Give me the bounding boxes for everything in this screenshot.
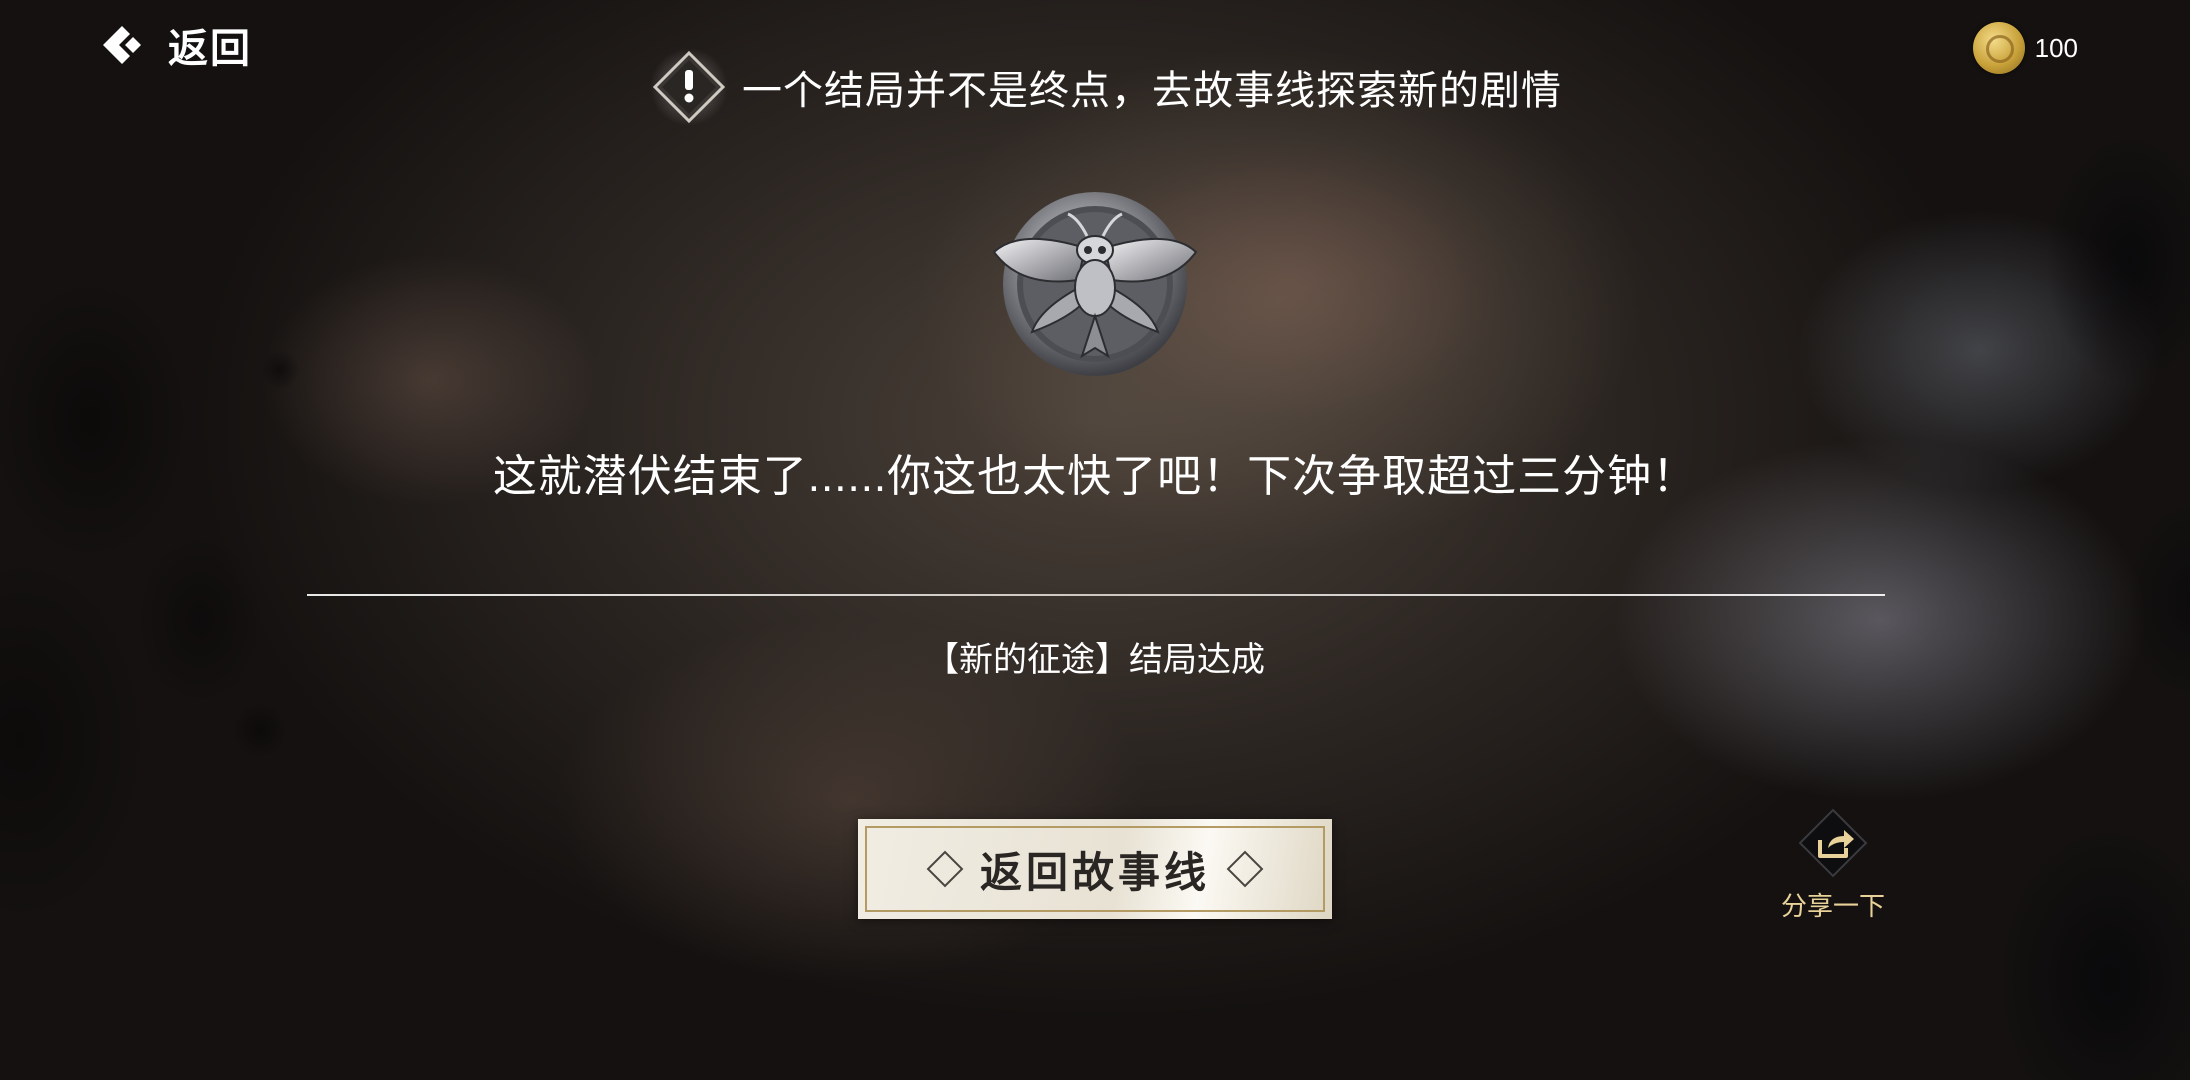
ending-quote: 这就潜伏结束了......你这也太快了吧！下次争取超过三分钟！ (492, 452, 1698, 501)
diamond-ornament-right (1226, 850, 1264, 888)
exclamation-diamond-icon (650, 48, 728, 126)
share-arrow-icon (1798, 808, 1868, 878)
bee-emblem-badge (990, 188, 1200, 380)
chevron-left-icon (100, 22, 146, 68)
story-hint: 一个结局并不是终点，去故事线探索新的剧情 (650, 48, 1562, 126)
ink-splash-right (1810, 80, 2190, 1080)
back-button[interactable]: 返回 (100, 20, 252, 72)
hint-text: 一个结局并不是终点，去故事线探索新的剧情 (742, 69, 1562, 113)
coin-balance: 100 (1972, 22, 2078, 74)
ink-splash-left (0, 120, 400, 940)
coin-icon (1972, 22, 2025, 74)
share-button[interactable]: 分享一下 (1778, 808, 1888, 923)
share-label: 分享一下 (1780, 891, 1885, 921)
divider (307, 594, 1885, 596)
ending-achieved-text: 【新的征途】结局达成 (925, 641, 1265, 679)
back-label: 返回 (168, 25, 252, 72)
coin-count: 100 (2034, 32, 2078, 63)
return-storyline-button[interactable]: 返回故事线 (858, 819, 1332, 919)
return-storyline-label: 返回故事线 (979, 847, 1210, 897)
diamond-ornament-left (926, 850, 964, 888)
